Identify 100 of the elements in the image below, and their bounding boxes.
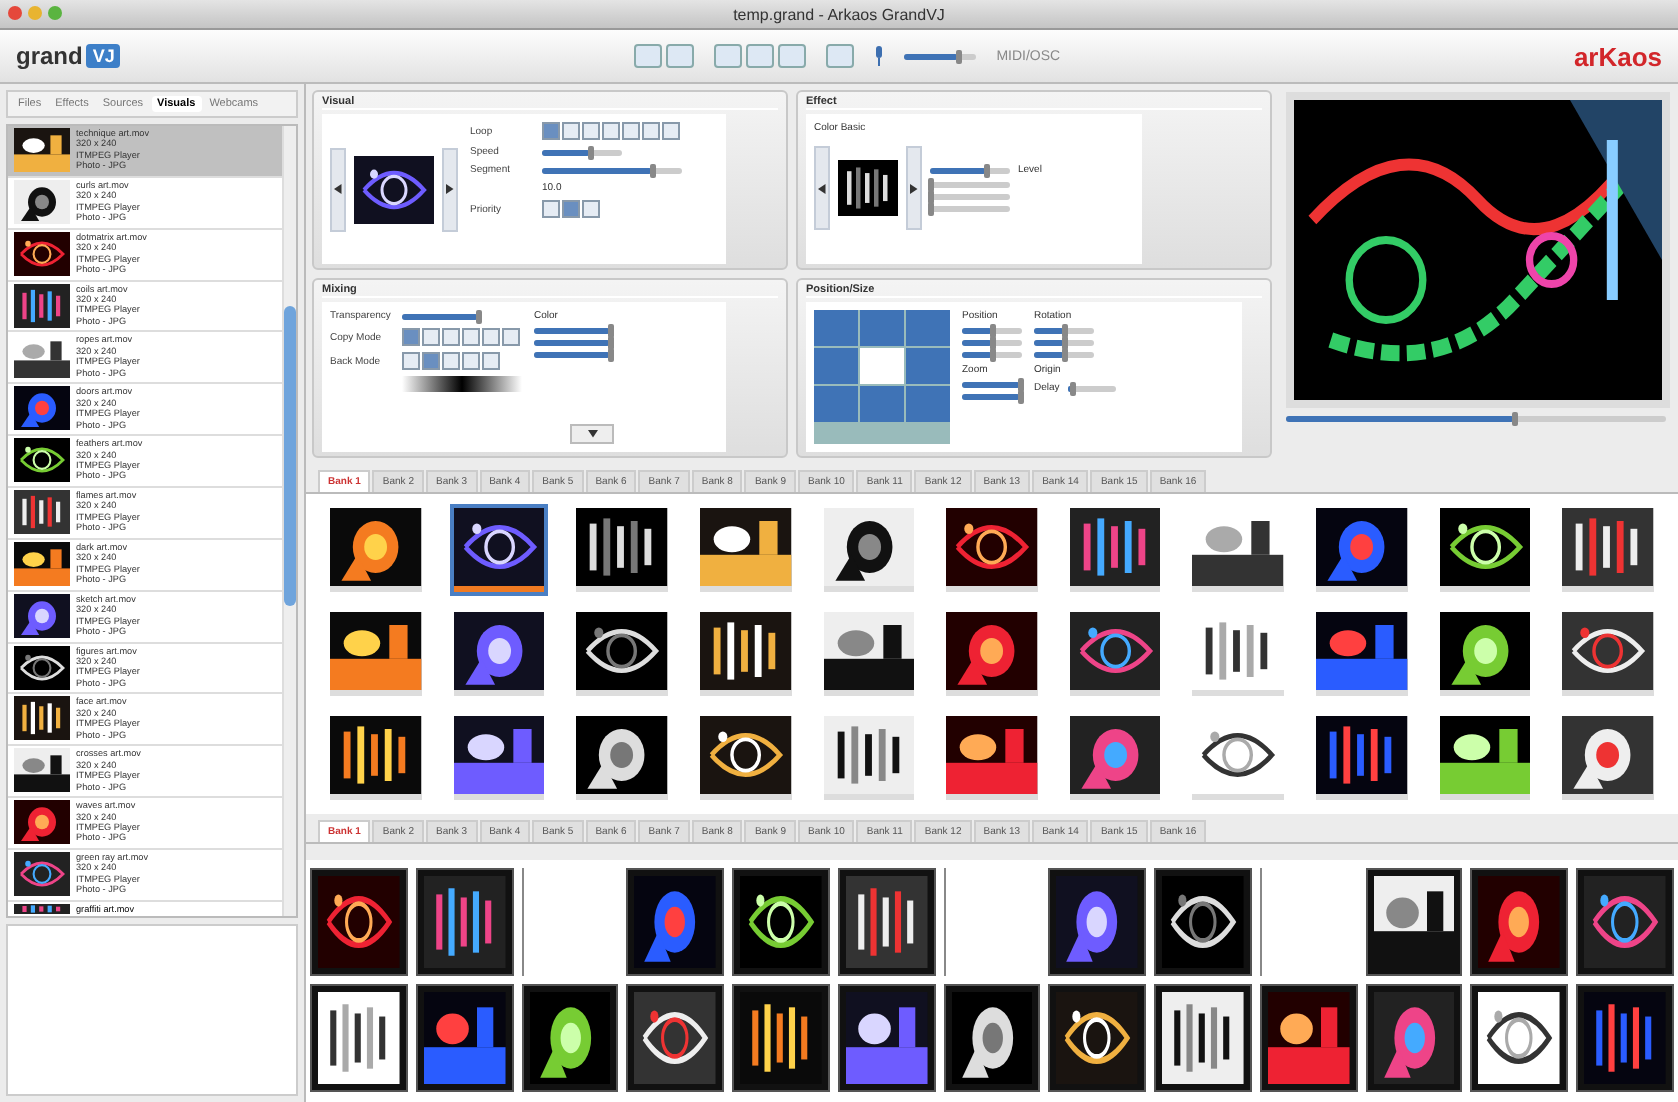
anchor-cell[interactable] — [906, 310, 950, 346]
slider[interactable] — [930, 167, 1010, 173]
clip-slot[interactable] — [310, 984, 408, 1092]
caret-icon — [587, 429, 597, 439]
slider[interactable] — [930, 182, 1010, 188]
clip-slot[interactable] — [449, 504, 549, 596]
previous-button[interactable] — [330, 147, 346, 231]
slider[interactable] — [534, 340, 614, 346]
close-icon[interactable] — [8, 6, 22, 20]
slider[interactable] — [402, 313, 482, 319]
clip-slot[interactable] — [695, 504, 796, 596]
clip-slot[interactable] — [1048, 984, 1147, 1092]
brand-logo: arKaos — [1573, 41, 1663, 71]
anchor-cell[interactable] — [906, 348, 950, 384]
clip-slot[interactable] — [1558, 712, 1658, 804]
clip-slot[interactable] — [310, 868, 408, 976]
clip-slot[interactable] — [572, 504, 672, 596]
clip-slot[interactable] — [942, 504, 1042, 596]
logo-badge: VJ — [86, 44, 121, 68]
clip-slot[interactable] — [326, 504, 426, 596]
clip-slot[interactable] — [732, 984, 830, 1092]
clip-slot[interactable] — [819, 712, 919, 804]
clip-slot[interactable] — [326, 712, 426, 804]
clip-slot[interactable] — [415, 868, 514, 976]
slider[interactable] — [1034, 328, 1094, 334]
clip-slot[interactable] — [1365, 868, 1463, 976]
arrow-icon — [333, 184, 343, 194]
clip-slot[interactable] — [942, 608, 1042, 700]
clip-slot[interactable] — [1470, 984, 1569, 1092]
clip-slot[interactable] — [1259, 984, 1358, 1092]
slider[interactable] — [962, 352, 1022, 358]
clip-slot[interactable] — [449, 712, 549, 804]
clip-slot[interactable] — [1558, 608, 1658, 700]
slider[interactable] — [962, 328, 1022, 334]
anchor-cell[interactable] — [814, 310, 858, 346]
clip-slot[interactable] — [837, 984, 936, 1092]
slider[interactable] — [542, 167, 682, 173]
next-button[interactable] — [906, 146, 922, 230]
slider[interactable] — [904, 53, 977, 59]
clip-slot[interactable] — [943, 984, 1041, 1092]
clip-slot[interactable] — [695, 712, 796, 804]
clip-slot[interactable] — [1435, 504, 1535, 596]
clip-slot[interactable] — [1312, 504, 1412, 596]
clip-slot[interactable] — [1065, 504, 1165, 596]
clip-slot[interactable] — [626, 868, 725, 976]
anchor-cell[interactable] — [860, 310, 904, 346]
clip-slot[interactable] — [942, 712, 1042, 804]
slider[interactable] — [1034, 352, 1094, 358]
anchor-cell[interactable] — [860, 348, 904, 384]
clip-slot[interactable] — [1312, 608, 1412, 700]
slider[interactable] — [534, 352, 614, 358]
clip-slot[interactable] — [415, 984, 514, 1092]
clip-slot[interactable] — [1558, 504, 1658, 596]
anchor-cell[interactable] — [814, 386, 858, 422]
slider[interactable] — [930, 206, 1010, 212]
clip-slot[interactable] — [1048, 868, 1147, 976]
slider[interactable] — [962, 382, 1022, 388]
clip-slot[interactable] — [1576, 868, 1674, 976]
arrow-icon — [817, 183, 827, 193]
previous-button[interactable] — [814, 146, 830, 230]
anchor-cell[interactable] — [860, 386, 904, 422]
slider[interactable] — [1286, 416, 1666, 422]
clip-slot[interactable] — [1312, 712, 1412, 804]
window-title: temp.grand - Arkaos GrandVJ — [733, 5, 945, 23]
slider[interactable] — [1034, 340, 1094, 346]
expand-button[interactable] — [570, 424, 614, 444]
clip-slot[interactable] — [626, 984, 725, 1092]
clip-slot[interactable] — [1154, 868, 1252, 976]
clip-slot[interactable] — [326, 608, 426, 700]
arrow-icon — [909, 183, 919, 193]
clip-slot[interactable] — [1435, 712, 1535, 804]
clip-slot[interactable] — [1065, 712, 1165, 804]
arrow-icon — [445, 184, 455, 194]
microphone-icon — [874, 46, 885, 66]
clip-slot[interactable] — [1365, 984, 1463, 1092]
slider[interactable] — [930, 194, 1010, 200]
clip-slot[interactable] — [819, 608, 919, 700]
slider[interactable] — [1067, 385, 1116, 391]
clip-slot[interactable] — [1435, 608, 1535, 700]
clip-slot[interactable] — [1470, 868, 1569, 976]
anchor-cell[interactable] — [906, 386, 950, 422]
clip-slot[interactable] — [572, 608, 672, 700]
clip-slot[interactable] — [1065, 608, 1165, 700]
clip-slot[interactable] — [1576, 984, 1674, 1092]
slider[interactable] — [962, 340, 1022, 346]
next-button[interactable] — [442, 147, 458, 231]
gradient-bar[interactable] — [402, 376, 522, 392]
clip-slot[interactable] — [572, 712, 672, 804]
slider[interactable] — [542, 149, 622, 155]
slider[interactable] — [962, 394, 1022, 400]
clip-slot[interactable] — [449, 608, 549, 700]
slider[interactable] — [534, 328, 614, 334]
clip-slot[interactable] — [732, 868, 830, 976]
clip-slot[interactable] — [521, 984, 619, 1092]
clip-slot[interactable] — [819, 504, 919, 596]
clip-slot[interactable] — [837, 868, 936, 976]
scrollbar-thumb[interactable] — [284, 306, 296, 606]
clip-slot[interactable] — [1154, 984, 1252, 1092]
anchor-cell[interactable] — [814, 348, 858, 384]
clip-slot[interactable] — [695, 608, 796, 700]
